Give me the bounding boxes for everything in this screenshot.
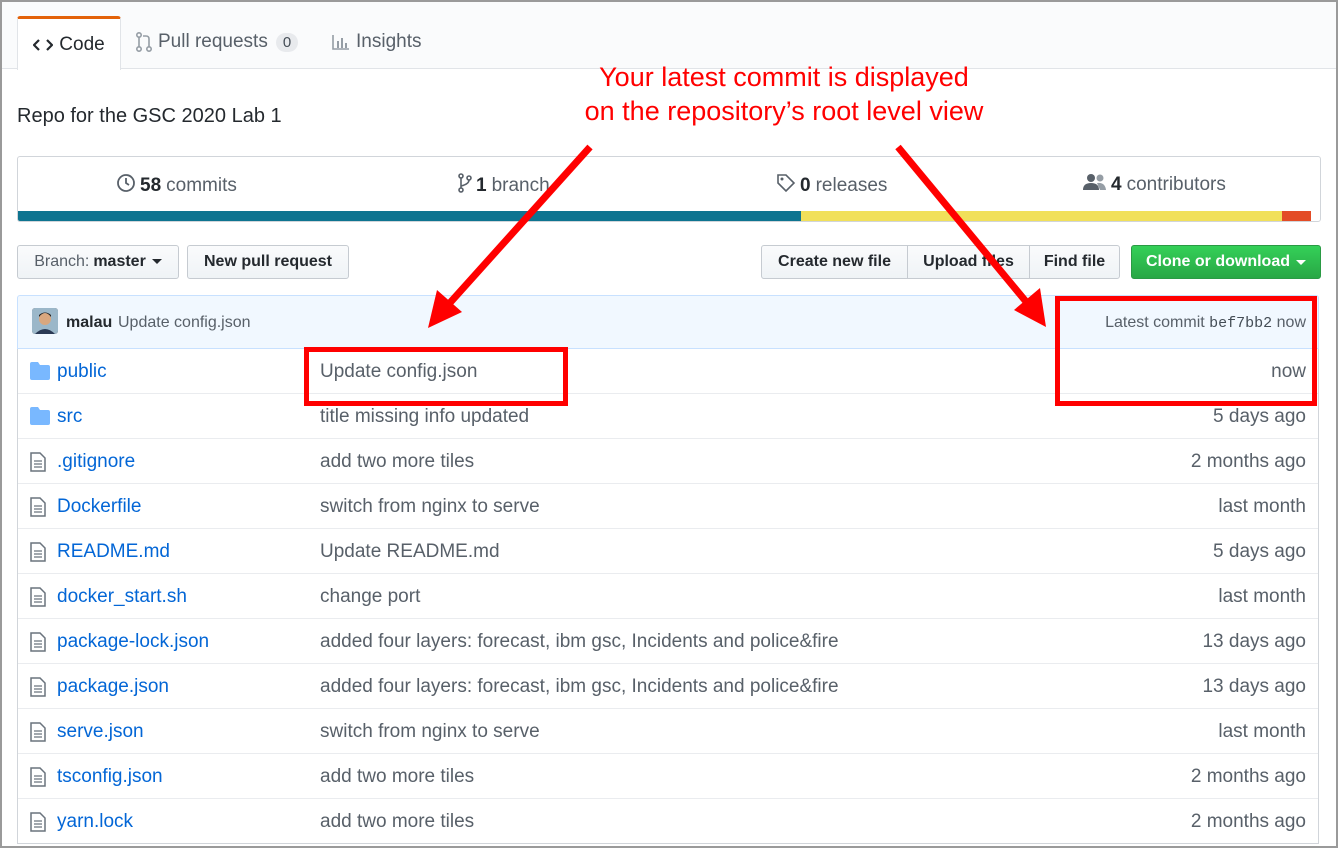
annotation-arrows [428, 144, 1046, 328]
annotation-arrow-left [428, 144, 593, 328]
annotation-arrow-right [895, 144, 1046, 327]
